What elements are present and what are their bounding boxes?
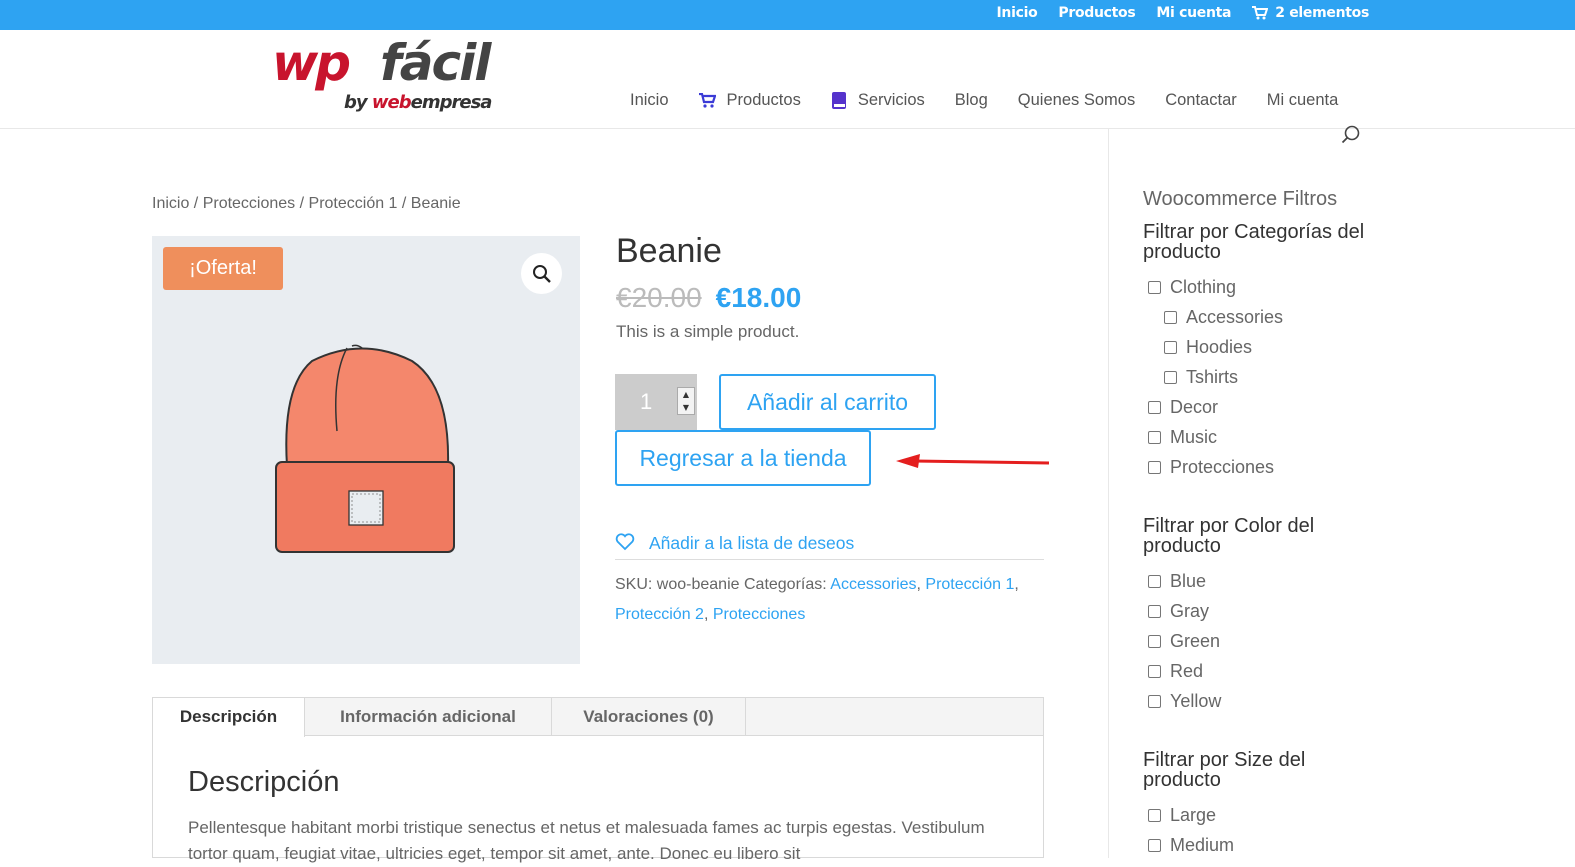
category-link-proteccion-1[interactable]: Protección 1 (925, 576, 1014, 593)
beanie-illustration (275, 344, 455, 553)
filter-decor[interactable]: Decor (1148, 397, 1218, 418)
checkbox[interactable] (1148, 401, 1161, 414)
nav-item-servicios[interactable]: Servicios (831, 91, 925, 110)
product-image[interactable] (152, 236, 580, 664)
filter-yellow[interactable]: Yellow (1148, 691, 1221, 712)
checkbox[interactable] (1164, 311, 1177, 324)
top-cart-link[interactable]: 2 elementos (1252, 5, 1369, 21)
zoom-icon[interactable] (521, 253, 562, 294)
top-link-productos[interactable]: Productos (1058, 5, 1135, 21)
category-link-accessories[interactable]: Accessories (830, 576, 916, 593)
wishlist-label: Añadir a la lista de deseos (649, 533, 855, 553)
checkbox[interactable] (1148, 461, 1161, 474)
logo-facil: fácil (380, 34, 491, 92)
nav-item-contactar[interactable]: Contactar (1165, 91, 1237, 110)
old-price: €20.00 (616, 282, 702, 313)
filter-accessories[interactable]: Accessories (1164, 307, 1283, 328)
logo-byline: by webempresa (344, 92, 492, 113)
tab-informacion-adicional[interactable]: Información adicional (305, 698, 552, 736)
sku-value: woo-beanie (656, 576, 740, 593)
checkbox[interactable] (1148, 665, 1161, 678)
tab-bar: Descripción Información adicional Valora… (153, 698, 1043, 737)
category-link-proteccion-2[interactable]: Protección 2 (615, 606, 704, 623)
add-to-cart-button[interactable]: Añadir al carrito (719, 374, 936, 430)
cart-icon (698, 93, 716, 108)
product-price: €20.00 €18.00 (616, 282, 801, 314)
size-filter-title: Filtrar por Size del producto (1143, 749, 1306, 791)
checkbox[interactable] (1164, 371, 1177, 384)
product-tabs: Descripción Información adicional Valora… (152, 697, 1044, 863)
filter-large[interactable]: Large (1148, 805, 1216, 826)
checkbox[interactable] (1148, 809, 1161, 822)
color-filter-title: Filtrar por Color del producto (1143, 515, 1315, 557)
checkbox[interactable] (1164, 341, 1177, 354)
checkbox[interactable] (1148, 281, 1161, 294)
stepper-up-icon[interactable]: ▲ (683, 390, 689, 399)
checkbox[interactable] (1148, 839, 1161, 852)
nav-item-inicio[interactable]: Inicio (630, 91, 669, 110)
tab-descripcion[interactable]: Descripción (153, 698, 305, 737)
checkbox[interactable] (1148, 695, 1161, 708)
heart-icon (615, 533, 635, 551)
cart-count: 2 elementos (1275, 5, 1369, 21)
quantity-stepper[interactable]: ▲ ▼ (677, 387, 695, 415)
top-link-mi-cuenta[interactable]: Mi cuenta (1156, 5, 1231, 21)
tab-valoraciones[interactable]: Valoraciones (0) (552, 698, 746, 736)
site-header: wp fácil by webempresa Inicio Productos … (0, 30, 1575, 129)
filter-blue[interactable]: Blue (1148, 571, 1206, 592)
category-filter-title: Filtrar por Categorías del producto (1143, 221, 1365, 263)
red-arrow-annotation (896, 454, 1050, 468)
cart-icon (1252, 6, 1269, 20)
breadcrumb[interactable]: Inicio / Protecciones / Protección 1 / B… (152, 195, 461, 213)
filter-hoodies[interactable]: Hoodies (1164, 337, 1252, 358)
main-nav: Inicio Productos Servicios Blog Quienes … (630, 91, 1368, 110)
checkbox[interactable] (1148, 575, 1161, 588)
product-title: Beanie (616, 232, 722, 270)
filter-green[interactable]: Green (1148, 631, 1220, 652)
nav-item-blog[interactable]: Blog (955, 91, 988, 110)
filter-red[interactable]: Red (1148, 661, 1203, 682)
filter-clothing[interactable]: Clothing (1148, 277, 1236, 298)
nav-item-productos[interactable]: Productos (698, 91, 801, 110)
checkbox[interactable] (1148, 605, 1161, 618)
checkbox[interactable] (1148, 431, 1161, 444)
product-meta: SKU: woo-beanie Categorías: Accessories,… (615, 576, 1019, 623)
checkbox[interactable] (1148, 635, 1161, 648)
filter-medium[interactable]: Medium (1148, 835, 1234, 856)
tab-heading: Descripción (188, 766, 340, 798)
back-to-shop-button[interactable]: Regresar a la tienda (615, 430, 871, 486)
category-link-protecciones[interactable]: Protecciones (713, 606, 806, 623)
wishlist-link[interactable]: Añadir a la lista de deseos (615, 533, 1044, 560)
top-bar: Inicio Productos Mi cuenta 2 elementos (0, 0, 1575, 30)
short-description: This is a simple product. (616, 322, 800, 341)
search-icon[interactable] (1341, 125, 1361, 149)
stepper-down-icon[interactable]: ▼ (683, 403, 689, 412)
top-nav: Inicio Productos Mi cuenta 2 elementos (997, 5, 1370, 21)
filter-music[interactable]: Music (1148, 427, 1217, 448)
book-icon (831, 92, 847, 109)
widget-title: Woocommerce Filtros (1143, 188, 1338, 210)
sidebar-divider (1108, 129, 1109, 858)
tab-text: Pellentesque habitant morbi tristique se… (188, 818, 985, 863)
sale-badge: ¡Oferta! (163, 247, 283, 290)
nav-item-mi-cuenta[interactable]: Mi cuenta (1267, 91, 1339, 110)
logo-wp: wp (272, 34, 351, 92)
nav-item-quienes-somos[interactable]: Quienes Somos (1018, 91, 1135, 110)
sale-price: €18.00 (715, 282, 802, 313)
filter-protecciones[interactable]: Protecciones (1148, 457, 1274, 478)
filter-tshirts[interactable]: Tshirts (1164, 367, 1238, 388)
site-logo[interactable]: wp fácil by webempresa (272, 34, 504, 115)
filter-gray[interactable]: Gray (1148, 601, 1209, 622)
top-link-inicio[interactable]: Inicio (997, 5, 1038, 21)
